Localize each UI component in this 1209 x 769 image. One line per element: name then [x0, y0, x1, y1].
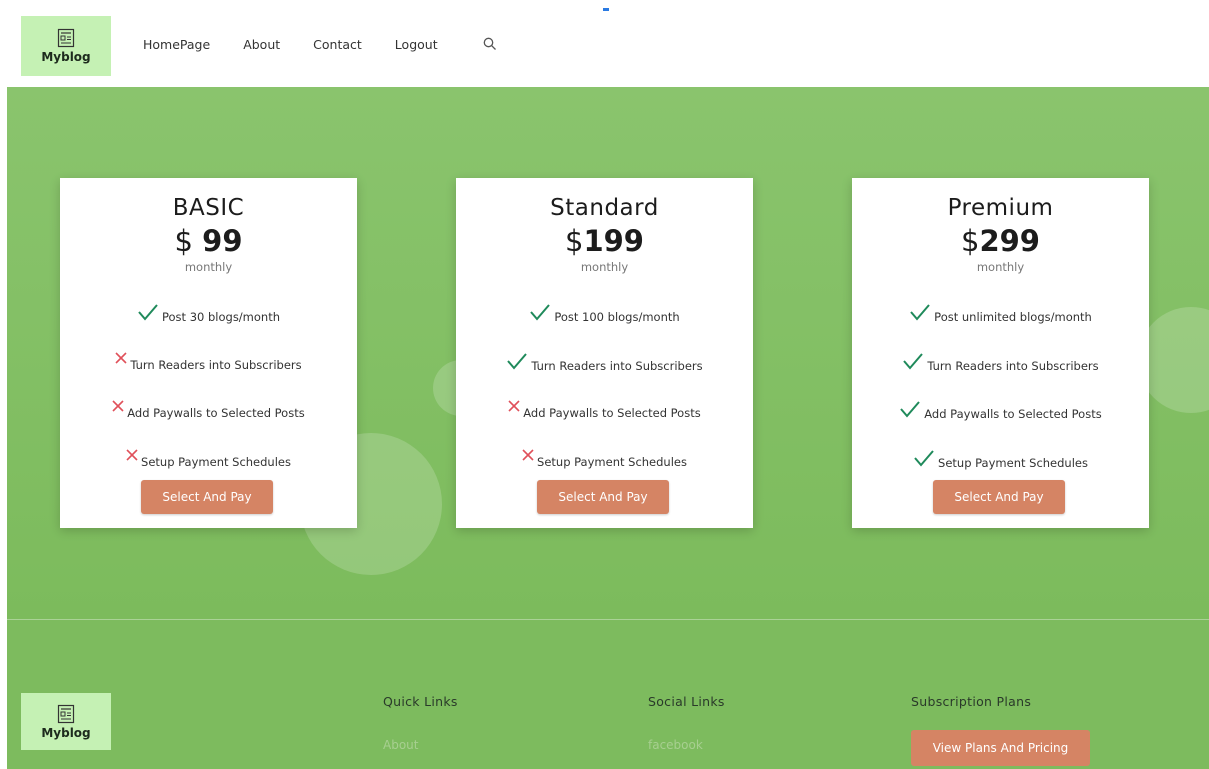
plan-name: Standard — [550, 195, 659, 221]
feature-mark — [506, 352, 528, 373]
feature-mark — [508, 400, 520, 420]
feature-item: Setup Payment Schedules — [852, 449, 1149, 470]
feature-item: Add Paywalls to Selected Posts — [852, 400, 1149, 421]
currency-symbol: $ — [174, 224, 193, 258]
feature-item: Post unlimited blogs/month — [852, 303, 1149, 324]
feature-item: Add Paywalls to Selected Posts — [60, 400, 357, 420]
feature-item: Setup Payment Schedules — [60, 449, 357, 469]
view-plans-button[interactable]: View Plans And Pricing — [911, 730, 1090, 766]
check-icon — [910, 304, 930, 321]
feature-text: Add Paywalls to Selected Posts — [523, 406, 701, 420]
price-value: 299 — [979, 224, 1040, 258]
plan-period: monthly — [976, 260, 1025, 274]
feature-item: Post 100 blogs/month — [456, 303, 753, 324]
feature-text: Post unlimited blogs/month — [934, 310, 1092, 324]
plan-name: Premium — [947, 195, 1054, 221]
plan-name: BASIC — [172, 195, 245, 221]
select-and-pay-button[interactable]: Select And Pay — [537, 480, 669, 514]
price-value: 99 — [202, 224, 243, 258]
feature-mark — [115, 352, 127, 372]
plan-period: monthly — [580, 260, 629, 274]
subscription-plans-title: Subscription Plans — [911, 694, 1032, 709]
feature-item: Turn Readers into Subscribers — [456, 352, 753, 373]
plan-price: $299 — [852, 223, 1149, 259]
plan-period: monthly — [184, 260, 233, 274]
footer-logo[interactable]: Myblog — [21, 693, 111, 750]
select-and-pay-button[interactable]: Select And Pay — [933, 480, 1065, 514]
currency-symbol: $ — [565, 224, 584, 258]
cross-icon — [112, 400, 124, 412]
feature-text: Turn Readers into Subscribers — [130, 358, 302, 372]
plan-price: $ 99 — [60, 223, 357, 259]
plan-card-premium: Premium $299 monthly Post unlimited blog… — [852, 178, 1149, 528]
plan-price: $199 — [456, 223, 753, 259]
feature-mark — [126, 449, 138, 469]
feature-text: Setup Payment Schedules — [938, 456, 1088, 470]
site-logo[interactable]: Myblog — [21, 16, 111, 76]
feature-mark — [112, 400, 124, 420]
nav-logout-link[interactable]: Logout — [395, 37, 438, 52]
feature-text: Add Paywalls to Selected Posts — [127, 406, 305, 420]
feature-text: Turn Readers into Subscribers — [531, 359, 703, 373]
pricing-section: BASIC $ 99 monthly Post 30 blogs/month T… — [7, 87, 1209, 619]
newspaper-icon — [57, 704, 75, 723]
top-accent-mark — [603, 8, 609, 11]
check-icon — [138, 304, 158, 321]
footer-facebook-link[interactable]: facebook — [648, 738, 703, 752]
footer-logo-text: Myblog — [41, 725, 91, 740]
check-icon — [900, 401, 921, 418]
feature-item: Turn Readers into Subscribers — [60, 352, 357, 372]
feature-text: Post 30 blogs/month — [161, 310, 281, 324]
check-icon — [903, 353, 924, 370]
logo-text: Myblog — [41, 50, 91, 64]
main-nav: HomePage About Contact Logout — [143, 37, 497, 52]
check-icon — [914, 450, 934, 467]
feature-text: Setup Payment Schedules — [537, 455, 687, 469]
quick-links-title: Quick Links — [383, 694, 458, 709]
feature-text: Turn Readers into Subscribers — [927, 359, 1099, 373]
select-and-pay-button[interactable]: Select And Pay — [141, 480, 273, 514]
feature-mark — [913, 449, 935, 470]
plan-card-basic: BASIC $ 99 monthly Post 30 blogs/month T… — [60, 178, 357, 528]
check-icon — [507, 353, 528, 370]
page: Myblog HomePage About Contact Logout BAS… — [0, 0, 1209, 769]
feature-text: Post 100 blogs/month — [554, 310, 680, 324]
cross-icon — [126, 449, 138, 461]
check-icon — [530, 304, 551, 321]
nav-contact-link[interactable]: Contact — [313, 37, 362, 52]
site-footer: Myblog Quick Links About Social Links fa… — [7, 619, 1209, 769]
cross-icon — [115, 352, 127, 364]
feature-item: Add Paywalls to Selected Posts — [456, 400, 753, 420]
feature-mark — [899, 400, 921, 421]
price-value: 199 — [583, 224, 644, 258]
nav-homepage-link[interactable]: HomePage — [143, 37, 210, 52]
feature-mark — [529, 303, 551, 324]
feature-item: Post 30 blogs/month — [60, 303, 357, 324]
nav-about-link[interactable]: About — [243, 37, 280, 52]
currency-symbol: $ — [961, 224, 980, 258]
newspaper-icon — [57, 28, 75, 48]
feature-mark — [137, 303, 159, 324]
plan-card-standard: Standard $199 monthly Post 100 blogs/mon… — [456, 178, 753, 528]
site-header: Myblog HomePage About Contact Logout — [0, 0, 1209, 87]
feature-text: Add Paywalls to Selected Posts — [924, 407, 1102, 421]
cross-icon — [522, 449, 534, 461]
feature-mark — [902, 352, 924, 373]
feature-item: Setup Payment Schedules — [456, 449, 753, 469]
feature-mark — [909, 303, 931, 324]
cross-icon — [508, 400, 520, 412]
feature-mark — [522, 449, 534, 469]
feature-text: Setup Payment Schedules — [141, 455, 291, 469]
search-icon[interactable] — [483, 37, 497, 51]
social-links-title: Social Links — [648, 694, 725, 709]
feature-item: Turn Readers into Subscribers — [852, 352, 1149, 373]
footer-about-link[interactable]: About — [383, 738, 418, 752]
